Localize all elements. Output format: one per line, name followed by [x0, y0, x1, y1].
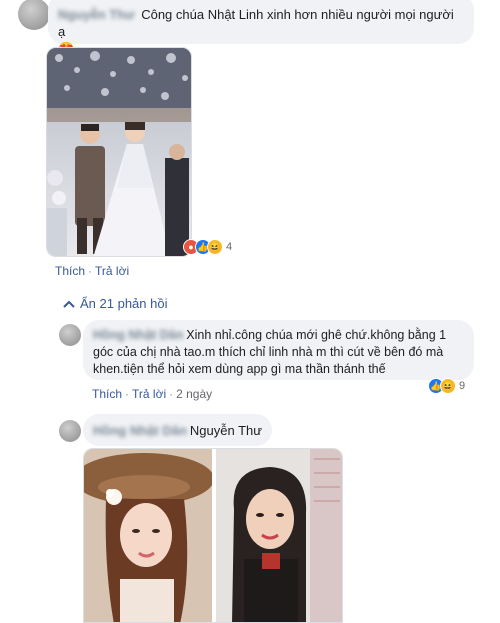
wedding-photo[interactable] — [46, 47, 192, 257]
wedding-photo-image — [47, 48, 191, 256]
comparison-photo-image — [84, 449, 342, 622]
hide-replies-label: Ẩn 21 phản hồi — [80, 296, 168, 311]
like-link[interactable]: Thích — [55, 264, 85, 278]
hide-replies-toggle[interactable]: Ẩn 21 phản hồi — [63, 296, 167, 311]
comment-author[interactable]: Nguyễn Thư — [58, 6, 135, 23]
separator-dot: · — [169, 387, 174, 401]
haha-reaction-icon: 😆 — [207, 239, 223, 255]
reply-link[interactable]: Trả lời — [132, 387, 166, 401]
reply-link[interactable]: Trả lời — [95, 264, 129, 278]
comment-actions: Thích · Trả lời — [55, 264, 129, 278]
reply-bubble: Hồng Nhật Dân Nguyễn Thư — [83, 414, 272, 446]
chevron-up-icon — [63, 300, 75, 308]
haha-reaction-icon: 😆 — [440, 378, 456, 394]
timestamp[interactable]: 2 ngày — [176, 387, 212, 401]
like-link[interactable]: Thích — [92, 387, 122, 401]
reply-actions: Thích · Trả lời · 2 ngày — [92, 387, 212, 401]
reply-reactions[interactable]: 👍 😆 9 — [428, 378, 465, 394]
comparison-photo[interactable] — [83, 448, 343, 623]
reply-author[interactable]: Hồng Nhật Dân — [93, 422, 187, 439]
comment-avatar[interactable] — [18, 0, 50, 30]
reply-avatar[interactable] — [59, 324, 81, 346]
mention[interactable]: Nguyễn Thư — [190, 423, 262, 438]
reaction-count: 4 — [226, 241, 233, 253]
reaction-count: 9 — [459, 380, 466, 392]
comment-reactions[interactable]: ● 👍 😆 4 — [183, 239, 232, 255]
reply-bubble: Hồng Nhật Dân Xinh nhỉ.công chúa mới ghê … — [83, 320, 474, 380]
separator-dot: · — [125, 387, 130, 401]
comment-bubble: Nguyễn Thư Công chúa Nhật Linh xinh hơn … — [48, 0, 474, 56]
separator-dot: · — [88, 264, 93, 278]
reply-avatar[interactable] — [59, 420, 81, 442]
reply-author[interactable]: Hồng Nhật Dân — [93, 327, 183, 344]
